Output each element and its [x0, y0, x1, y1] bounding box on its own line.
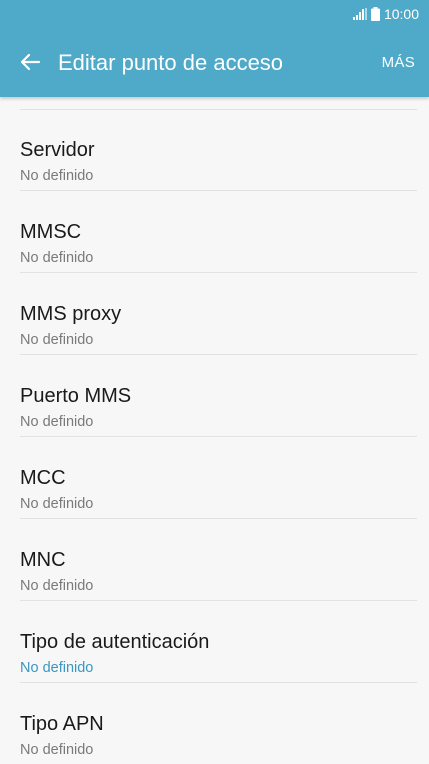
list-item-servidor[interactable]: Servidor No definido [0, 109, 429, 191]
list-item-value: No definido [20, 660, 94, 676]
list-item-value: No definido [20, 496, 94, 512]
list-item-mnc[interactable]: MNC No definido [0, 519, 429, 601]
list-item-value: No definido [20, 414, 94, 430]
list-item-puerto-mms[interactable]: Puerto MMS No definido [0, 355, 429, 437]
list-item-title: Servidor [20, 139, 95, 161]
status-icons: 10:00 [352, 5, 419, 23]
list-item-title: Puerto MMS [20, 385, 132, 407]
more-button[interactable]: MÁS [382, 53, 415, 73]
status-bar: 10:00 [0, 0, 429, 28]
list-item-title: Tipo APN [20, 713, 104, 735]
list-item-value: No definido [20, 742, 94, 758]
signal-icon [352, 8, 367, 20]
list-item-value: No definido [20, 168, 94, 184]
apn-edit-screen: 10:00 Editar punto de acceso MÁS Servido… [0, 0, 429, 764]
list-item-title: MMS proxy [20, 303, 122, 325]
list-item-value: No definido [20, 332, 94, 348]
battery-icon [370, 7, 380, 21]
list-item-mcc[interactable]: MCC No definido [0, 437, 429, 519]
list-item-value: No definido [20, 250, 94, 266]
list-item-title: MNC [20, 549, 66, 571]
list-item-mms-proxy[interactable]: MMS proxy No definido [0, 273, 429, 355]
app-bar: Editar punto de acceso MÁS [0, 28, 429, 97]
list-item-tipo-apn[interactable]: Tipo APN No definido [0, 683, 429, 764]
status-time: 10:00 [383, 6, 419, 22]
list-item-title: Tipo de autenticación [20, 631, 210, 653]
list-item-value: No definido [20, 578, 94, 594]
back-button[interactable] [10, 42, 50, 82]
list-item-tipo-autenticacion[interactable]: Tipo de autenticación No definido [0, 601, 429, 683]
list-item-title: MMSC [20, 221, 82, 243]
arrow-left-icon [20, 53, 41, 71]
page-title: Editar punto de acceso [58, 50, 284, 75]
list-item-mmsc[interactable]: MMSC No definido [0, 191, 429, 273]
list-item-title: MCC [20, 467, 66, 489]
